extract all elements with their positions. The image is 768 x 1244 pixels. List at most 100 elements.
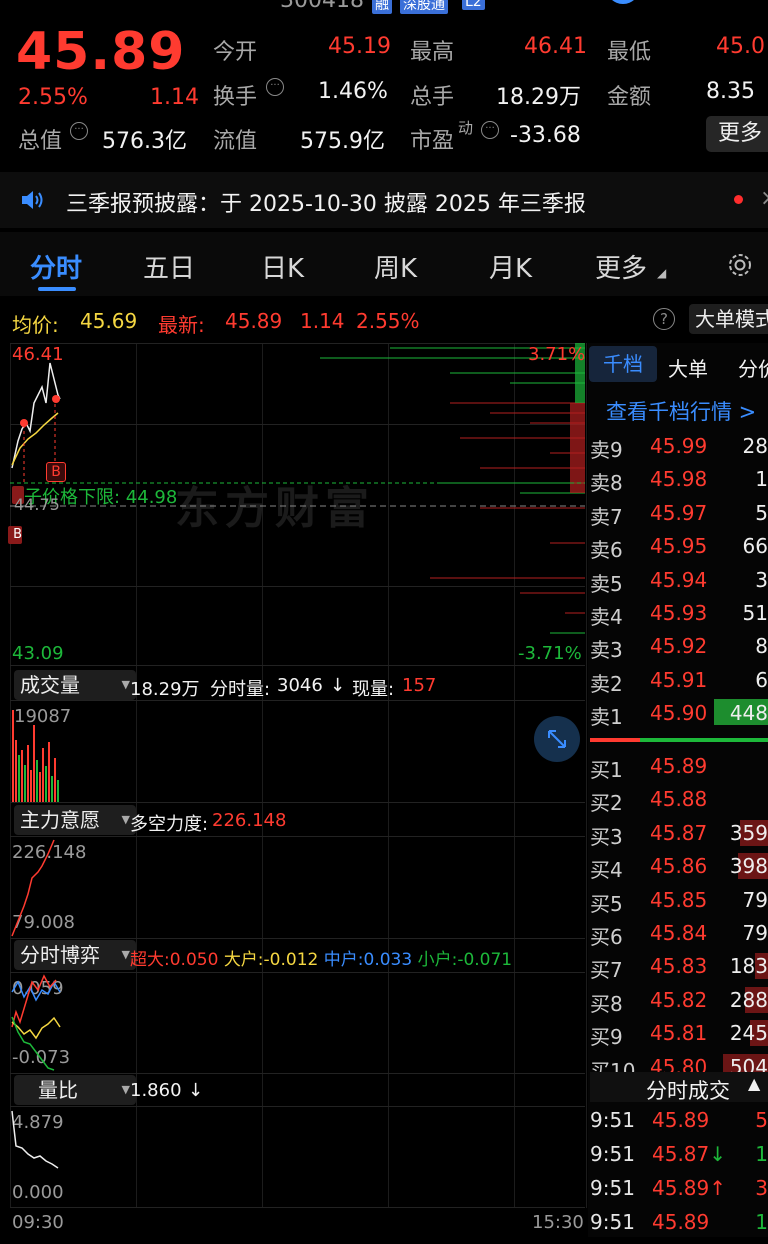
stat-total-value-label: 总值	[18, 129, 63, 154]
ask-row[interactable]: 卖6 45.95 66	[590, 530, 768, 563]
depth-bars	[320, 343, 585, 634]
trade-volume: 1	[755, 1210, 768, 1234]
ask-row[interactable]: 卖1 45.90 448	[590, 697, 768, 730]
bid-row[interactable]: 买7 45.83 183	[590, 950, 768, 983]
tab-daily-k[interactable]: 日K	[261, 248, 304, 285]
tag-l2: L2	[462, 0, 485, 10]
trade-price: 45.89↑	[652, 1176, 726, 1200]
trade-price-value: 45.87	[652, 1142, 710, 1166]
dropdown-triangle-icon: ▼	[121, 1083, 130, 1096]
volume-panel-title: 成交量	[20, 673, 80, 697]
dropdown-triangle-icon: ◢	[657, 266, 667, 280]
stat-amount-label: 金额	[607, 85, 652, 110]
trade-arrow: ↑	[709, 1176, 727, 1200]
bid-qty: 288	[729, 987, 768, 1012]
expand-icon	[548, 730, 566, 748]
avatar-icon[interactable]	[606, 0, 640, 4]
trades-title[interactable]: 分时成交	[646, 1075, 730, 1105]
bid-level-label: 买4	[590, 858, 623, 883]
bid-row[interactable]: 买9 45.81 245	[590, 1017, 768, 1050]
ask-row[interactable]: 卖9 45.99 28	[590, 430, 768, 463]
ratio-panel-selector[interactable]: 量比 ▼	[14, 1075, 136, 1105]
view-thousand-link[interactable]: 查看千档行情 >	[606, 396, 756, 426]
time-start-label: 09:30	[12, 1212, 64, 1233]
stat-float-value: 575.9亿	[300, 129, 385, 154]
game-large-value: -0.012	[263, 950, 319, 970]
ask-row[interactable]: 卖7 45.97 5	[590, 497, 768, 530]
bid-level-label: 买2	[590, 791, 623, 816]
ask-level-label: 卖5	[590, 571, 623, 596]
trade-volume: 1	[755, 1142, 768, 1166]
ask-price: 45.92	[650, 634, 708, 659]
ask-qty: 51	[742, 601, 768, 625]
ask-level-label: 卖2	[590, 671, 623, 696]
ask-level-label: 卖1	[590, 705, 623, 730]
info-icon[interactable]: ···	[70, 122, 88, 140]
change-amount: 1.14	[150, 85, 199, 110]
info-icon[interactable]: ···	[266, 78, 284, 96]
bid-qty: 79	[742, 887, 768, 912]
book-tab-big[interactable]: 大单	[668, 353, 708, 382]
ask-price: 45.93	[650, 601, 708, 625]
big-order-mode-button[interactable]: 大单模式	[689, 304, 768, 334]
trade-time: 9:51	[590, 1142, 635, 1166]
tab-weekly-k[interactable]: 周K	[374, 248, 417, 285]
main-force-selector[interactable]: 主力意愿 ▼	[14, 805, 136, 835]
close-icon[interactable]: ×	[760, 186, 768, 211]
stat-pe-label: 市盈	[410, 129, 455, 154]
ask-row[interactable]: 卖3 45.92 8	[590, 630, 768, 663]
expand-button[interactable]	[534, 716, 580, 762]
book-tab-price[interactable]: 分价	[738, 353, 768, 382]
book-tab-thousand[interactable]: 千档	[589, 346, 657, 382]
game-panel-selector[interactable]: 分时博弈 ▼	[14, 940, 136, 970]
ask-price: 45.95	[650, 534, 708, 559]
trade-time: 9:51	[590, 1108, 635, 1132]
notice-text[interactable]: 三季报预披露：于 2025-10-30 披露 2025 年三季报	[66, 186, 586, 218]
avg-label: 均价:	[12, 313, 59, 337]
ask-row[interactable]: 卖4 45.93 51	[590, 597, 768, 630]
volume-total: 18.29万	[130, 679, 200, 700]
bid-row[interactable]: 买3 45.87 359	[590, 817, 768, 850]
ask-price: 45.91	[650, 667, 708, 692]
ask-level-label: 卖4	[590, 605, 623, 629]
more-stats-button[interactable]: 更多	[706, 116, 768, 152]
stat-float-value-label: 流值	[213, 129, 258, 154]
trade-price: 45.89	[652, 1108, 709, 1132]
speaker-icon	[22, 191, 43, 209]
tab-five-day[interactable]: 五日	[143, 248, 195, 285]
trade-price-value: 45.89	[652, 1210, 710, 1234]
stat-open-value: 45.19	[328, 34, 391, 59]
stat-total-value: 576.3亿	[102, 129, 187, 154]
ask-row[interactable]: 卖2 45.91 6	[590, 664, 768, 697]
trade-price: 45.89	[652, 1210, 709, 1234]
buy-marker-b[interactable]: B	[46, 462, 66, 482]
current-price: 45.89	[16, 22, 186, 82]
tab-intraday[interactable]: 分时	[30, 248, 82, 285]
tab-monthly-k[interactable]: 月K	[489, 248, 532, 285]
volume-minute-arrow: ↓	[330, 675, 346, 696]
bid-row[interactable]: 买8 45.82 288	[590, 984, 768, 1017]
volume-now-label: 现量:	[352, 679, 395, 700]
ratio-panel-title: 量比	[38, 1078, 78, 1102]
ask-row[interactable]: 卖5 45.94 3	[590, 564, 768, 597]
help-icon[interactable]: ?	[653, 308, 675, 330]
trade-arrow: ↓	[709, 1142, 727, 1166]
bid-row[interactable]: 买4 45.86 398	[590, 850, 768, 883]
trade-row: 9:51 45.89 5	[590, 1108, 768, 1142]
bid-qty: 79	[742, 921, 768, 945]
dropdown-triangle-icon: ▼	[121, 813, 130, 826]
ask-qty: 5	[755, 500, 768, 525]
bid-row[interactable]: 买6 45.84 79	[590, 917, 768, 950]
ask-row[interactable]: 卖8 45.98 1	[590, 463, 768, 496]
tab-more[interactable]: 更多	[595, 248, 647, 285]
bid-row[interactable]: 买2 45.88	[590, 783, 768, 816]
bid-row[interactable]: 买5 45.85 79	[590, 884, 768, 917]
volume-panel-selector[interactable]: 成交量 ▼	[14, 670, 136, 700]
info-icon[interactable]: ···	[481, 121, 499, 139]
bid-row[interactable]: 买1 45.89	[590, 750, 768, 783]
tab-active-indicator	[38, 287, 76, 291]
ratio-arrow: ↓	[188, 1080, 204, 1101]
bid-price: 45.87	[650, 820, 708, 845]
settings-gear-icon[interactable]	[724, 250, 756, 280]
game-small-label: 小户:	[417, 950, 458, 970]
